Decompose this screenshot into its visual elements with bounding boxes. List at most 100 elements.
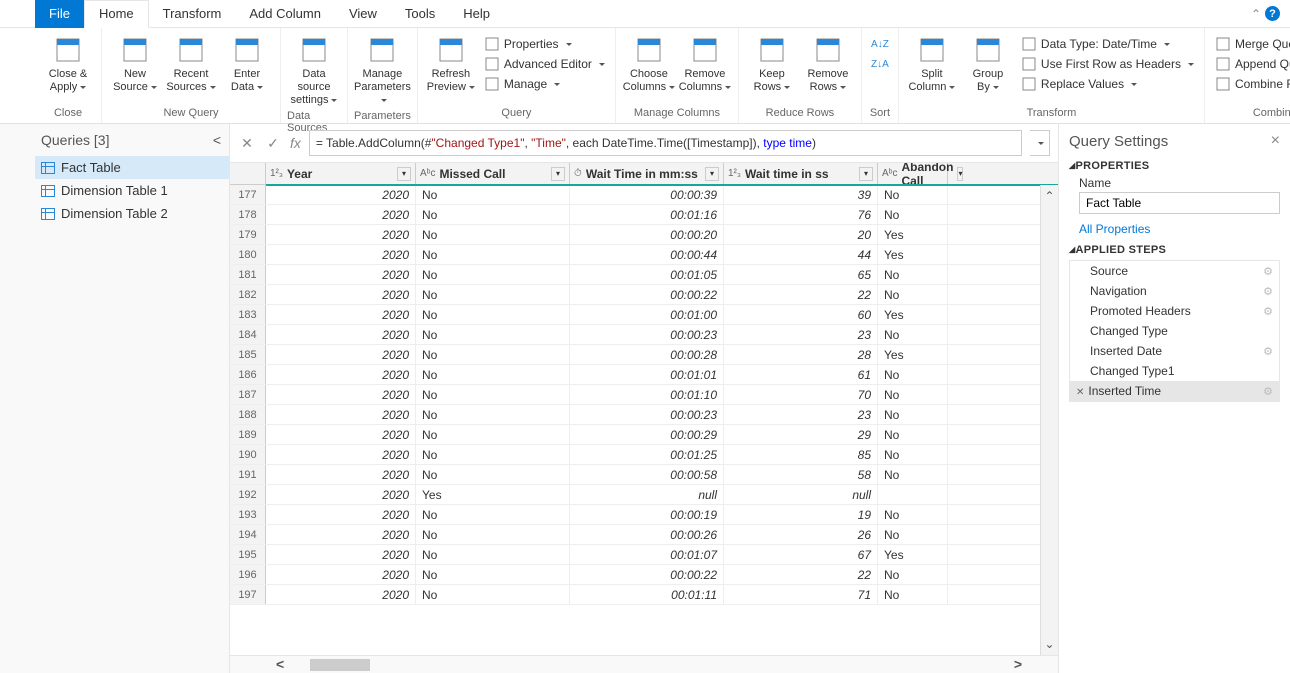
cell-missed[interactable]: No xyxy=(416,205,570,224)
query-item-dimension-table-2[interactable]: Dimension Table 2 xyxy=(35,202,229,225)
cell-wait-ss[interactable]: 70 xyxy=(724,385,878,404)
table-row[interactable]: 1892020No00:00:2929No xyxy=(230,425,1058,445)
tab-add-column[interactable]: Add Column xyxy=(235,0,335,28)
table-row[interactable]: 1792020No00:00:2020Yes xyxy=(230,225,1058,245)
step-changed-type[interactable]: Changed Type xyxy=(1070,321,1279,341)
row-number[interactable]: 177 xyxy=(230,185,266,204)
cell-year[interactable]: 2020 xyxy=(266,245,416,264)
cell-wait[interactable]: 00:00:44 xyxy=(570,245,724,264)
column-filter-icon[interactable]: ▾ xyxy=(859,167,873,181)
cell-missed[interactable]: No xyxy=(416,245,570,264)
cell-year[interactable]: 2020 xyxy=(266,285,416,304)
cell-wait-ss[interactable]: 65 xyxy=(724,265,878,284)
cell-wait-ss[interactable]: 26 xyxy=(724,525,878,544)
cell-wait-ss[interactable]: 22 xyxy=(724,285,878,304)
cell-abandon[interactable]: Yes xyxy=(878,245,948,264)
step-inserted-date[interactable]: Inserted Date⚙ xyxy=(1070,341,1279,361)
row-number[interactable]: 193 xyxy=(230,505,266,524)
cell-wait[interactable]: 00:01:11 xyxy=(570,585,724,604)
cell-wait-ss[interactable]: 29 xyxy=(724,425,878,444)
vertical-scrollbar[interactable]: ⌃ ⌄ xyxy=(1040,185,1058,655)
cell-year[interactable]: 2020 xyxy=(266,205,416,224)
commit-formula-icon[interactable]: ✓ xyxy=(264,135,282,152)
tab-tools[interactable]: Tools xyxy=(391,0,449,28)
table-row[interactable]: 1902020No00:01:2585No xyxy=(230,445,1058,465)
table-row[interactable]: 1872020No00:01:1070No xyxy=(230,385,1058,405)
cell-missed[interactable]: No xyxy=(416,265,570,284)
table-row[interactable]: 1822020No00:00:2222No xyxy=(230,285,1058,305)
cell-year[interactable]: 2020 xyxy=(266,325,416,344)
cell-missed[interactable]: No xyxy=(416,505,570,524)
tab-view[interactable]: View xyxy=(335,0,391,28)
horizontal-scrollbar[interactable]: < > xyxy=(230,655,1058,673)
cell-missed[interactable]: No xyxy=(416,365,570,384)
cell-wait[interactable]: 00:01:01 xyxy=(570,365,724,384)
scroll-left-icon[interactable]: < xyxy=(268,656,292,672)
new-source-button[interactable]: NewSource xyxy=(108,30,162,94)
data-type-date-time-button[interactable]: Data Type: Date/Time xyxy=(1017,34,1198,54)
group-by-button[interactable]: GroupBy xyxy=(961,30,1015,94)
cell-year[interactable]: 2020 xyxy=(266,305,416,324)
column-filter-icon[interactable]: ▾ xyxy=(705,167,719,181)
replace-values-button[interactable]: Replace Values xyxy=(1017,74,1198,94)
table-row[interactable]: 1772020No00:00:3939No xyxy=(230,185,1058,205)
table-row[interactable]: 1942020No00:00:2626No xyxy=(230,525,1058,545)
cell-wait[interactable]: null xyxy=(570,485,724,504)
cell-missed[interactable]: No xyxy=(416,305,570,324)
cell-year[interactable]: 2020 xyxy=(266,345,416,364)
cell-wait-ss[interactable]: 60 xyxy=(724,305,878,324)
row-number[interactable]: 184 xyxy=(230,325,266,344)
cell-abandon[interactable]: No xyxy=(878,565,948,584)
table-row[interactable]: 1782020No00:01:1676No xyxy=(230,205,1058,225)
query-name-input[interactable] xyxy=(1079,192,1280,214)
cell-year[interactable]: 2020 xyxy=(266,585,416,604)
cell-wait[interactable]: 00:01:16 xyxy=(570,205,724,224)
cell-abandon[interactable]: No xyxy=(878,325,948,344)
table-row[interactable]: 1922020Yesnullnull xyxy=(230,485,1058,505)
row-number[interactable]: 186 xyxy=(230,365,266,384)
cell-abandon[interactable]: No xyxy=(878,585,948,604)
cell-abandon[interactable]: Yes xyxy=(878,345,948,364)
step-navigation[interactable]: Navigation⚙ xyxy=(1070,281,1279,301)
gear-icon[interactable]: ⚙ xyxy=(1263,265,1273,278)
row-number[interactable]: 192 xyxy=(230,485,266,504)
table-row[interactable]: 1932020No00:00:1919No xyxy=(230,505,1058,525)
cell-wait-ss[interactable]: null xyxy=(724,485,878,504)
row-number[interactable]: 189 xyxy=(230,425,266,444)
cell-wait-ss[interactable]: 19 xyxy=(724,505,878,524)
cell-wait-ss[interactable]: 39 xyxy=(724,185,878,204)
table-row[interactable]: 1832020No00:01:0060Yes xyxy=(230,305,1058,325)
cell-abandon[interactable]: No xyxy=(878,465,948,484)
collapse-queries-icon[interactable]: < xyxy=(213,132,221,148)
scroll-down-icon[interactable]: ⌄ xyxy=(1044,637,1054,651)
cell-wait[interactable]: 00:00:28 xyxy=(570,345,724,364)
table-row[interactable]: 1812020No00:01:0565No xyxy=(230,265,1058,285)
remove-cols-button[interactable]: RemoveColumns xyxy=(678,30,732,94)
cell-missed[interactable]: No xyxy=(416,345,570,364)
table-row[interactable]: 1862020No00:01:0161No xyxy=(230,365,1058,385)
row-number[interactable]: 187 xyxy=(230,385,266,404)
tab-file[interactable]: File xyxy=(35,0,84,28)
cell-wait-ss[interactable]: 22 xyxy=(724,565,878,584)
step-inserted-time[interactable]: ✕Inserted Time⚙ xyxy=(1070,381,1279,401)
cell-wait-ss[interactable]: 76 xyxy=(724,205,878,224)
cell-wait-ss[interactable]: 44 xyxy=(724,245,878,264)
cell-abandon[interactable]: No xyxy=(878,505,948,524)
query-item-fact-table[interactable]: Fact Table xyxy=(35,156,229,179)
column-header-year[interactable]: 1²₃Year▾ xyxy=(266,163,416,184)
cell-abandon[interactable]: No xyxy=(878,185,948,204)
cell-wait[interactable]: 00:01:10 xyxy=(570,385,724,404)
cell-wait-ss[interactable]: 85 xyxy=(724,445,878,464)
cell-wait[interactable]: 00:00:23 xyxy=(570,325,724,344)
row-number[interactable]: 195 xyxy=(230,545,266,564)
scrollbar-thumb[interactable] xyxy=(310,659,370,671)
cell-missed[interactable]: No xyxy=(416,585,570,604)
gear-icon[interactable]: ⚙ xyxy=(1263,285,1273,298)
ds-settings-button[interactable]: Data sourcesettings xyxy=(287,30,341,108)
merge-queries-button[interactable]: Merge Queries xyxy=(1211,34,1290,54)
cell-wait-ss[interactable]: 58 xyxy=(724,465,878,484)
row-number[interactable]: 194 xyxy=(230,525,266,544)
cell-wait[interactable]: 00:00:29 xyxy=(570,425,724,444)
cell-wait[interactable]: 00:01:07 xyxy=(570,545,724,564)
gear-icon[interactable]: ⚙ xyxy=(1263,305,1273,318)
